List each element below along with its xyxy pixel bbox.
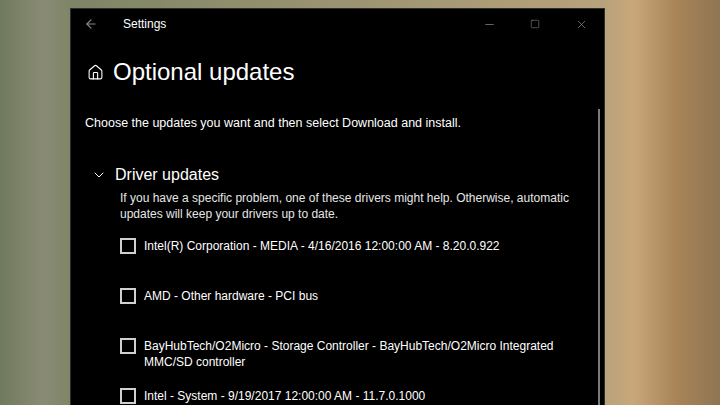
driver-list: Intel(R) Corporation - MEDIA - 4/16/2016… [120,238,584,405]
home-icon[interactable] [87,64,104,81]
driver-label: AMD - Other hardware - PCI bus [144,288,318,304]
close-button[interactable] [558,9,604,39]
page-header: Optional updates [85,55,584,89]
chevron-icon [91,167,107,183]
instructions: Choose the updates you want and then sel… [85,114,584,132]
section-description: If you have a specific problem, one of t… [120,190,584,222]
driver-item[interactable]: Intel(R) Corporation - MEDIA - 4/16/2016… [120,238,584,270]
driver-label: Intel - System - 9/19/2017 12:00:00 AM -… [144,388,425,404]
driver-label: BayHubTech/O2Micro - Storage Controller … [144,338,584,370]
maximize-button[interactable] [512,9,558,39]
driver-item[interactable]: Intel - System - 9/19/2017 12:00:00 AM -… [120,388,584,405]
section-title: Driver updates [115,164,219,186]
content: Optional updates Choose the updates you w… [71,39,604,405]
settings-window: Settings Optional updates Choose the updat… [70,8,605,405]
close-icon [575,18,588,31]
minimize-button[interactable] [466,9,512,39]
page-title: Optional updates [113,55,294,89]
driver-item[interactable]: BayHubTech/O2Micro - Storage Controller … [120,338,584,370]
checkbox[interactable] [120,238,136,254]
back-arrow-icon [84,17,98,31]
section-body: If you have a specific problem, one of t… [85,186,584,405]
title-bar: Settings [71,9,604,39]
scrollbar[interactable] [598,109,600,405]
checkbox[interactable] [120,288,136,304]
driver-label: Intel(R) Corporation - MEDIA - 4/16/2016… [144,238,500,254]
checkbox[interactable] [120,338,136,354]
maximize-icon [530,19,540,29]
back-button[interactable] [71,17,111,31]
desktop-wallpaper: Settings Optional updates Choose the updat… [0,0,720,405]
minimize-icon [483,18,496,31]
checkbox[interactable] [120,388,136,404]
window-title: Settings [111,17,466,31]
section-header[interactable]: Driver updates [85,164,584,186]
driver-item[interactable]: AMD - Other hardware - PCI bus [120,288,584,320]
